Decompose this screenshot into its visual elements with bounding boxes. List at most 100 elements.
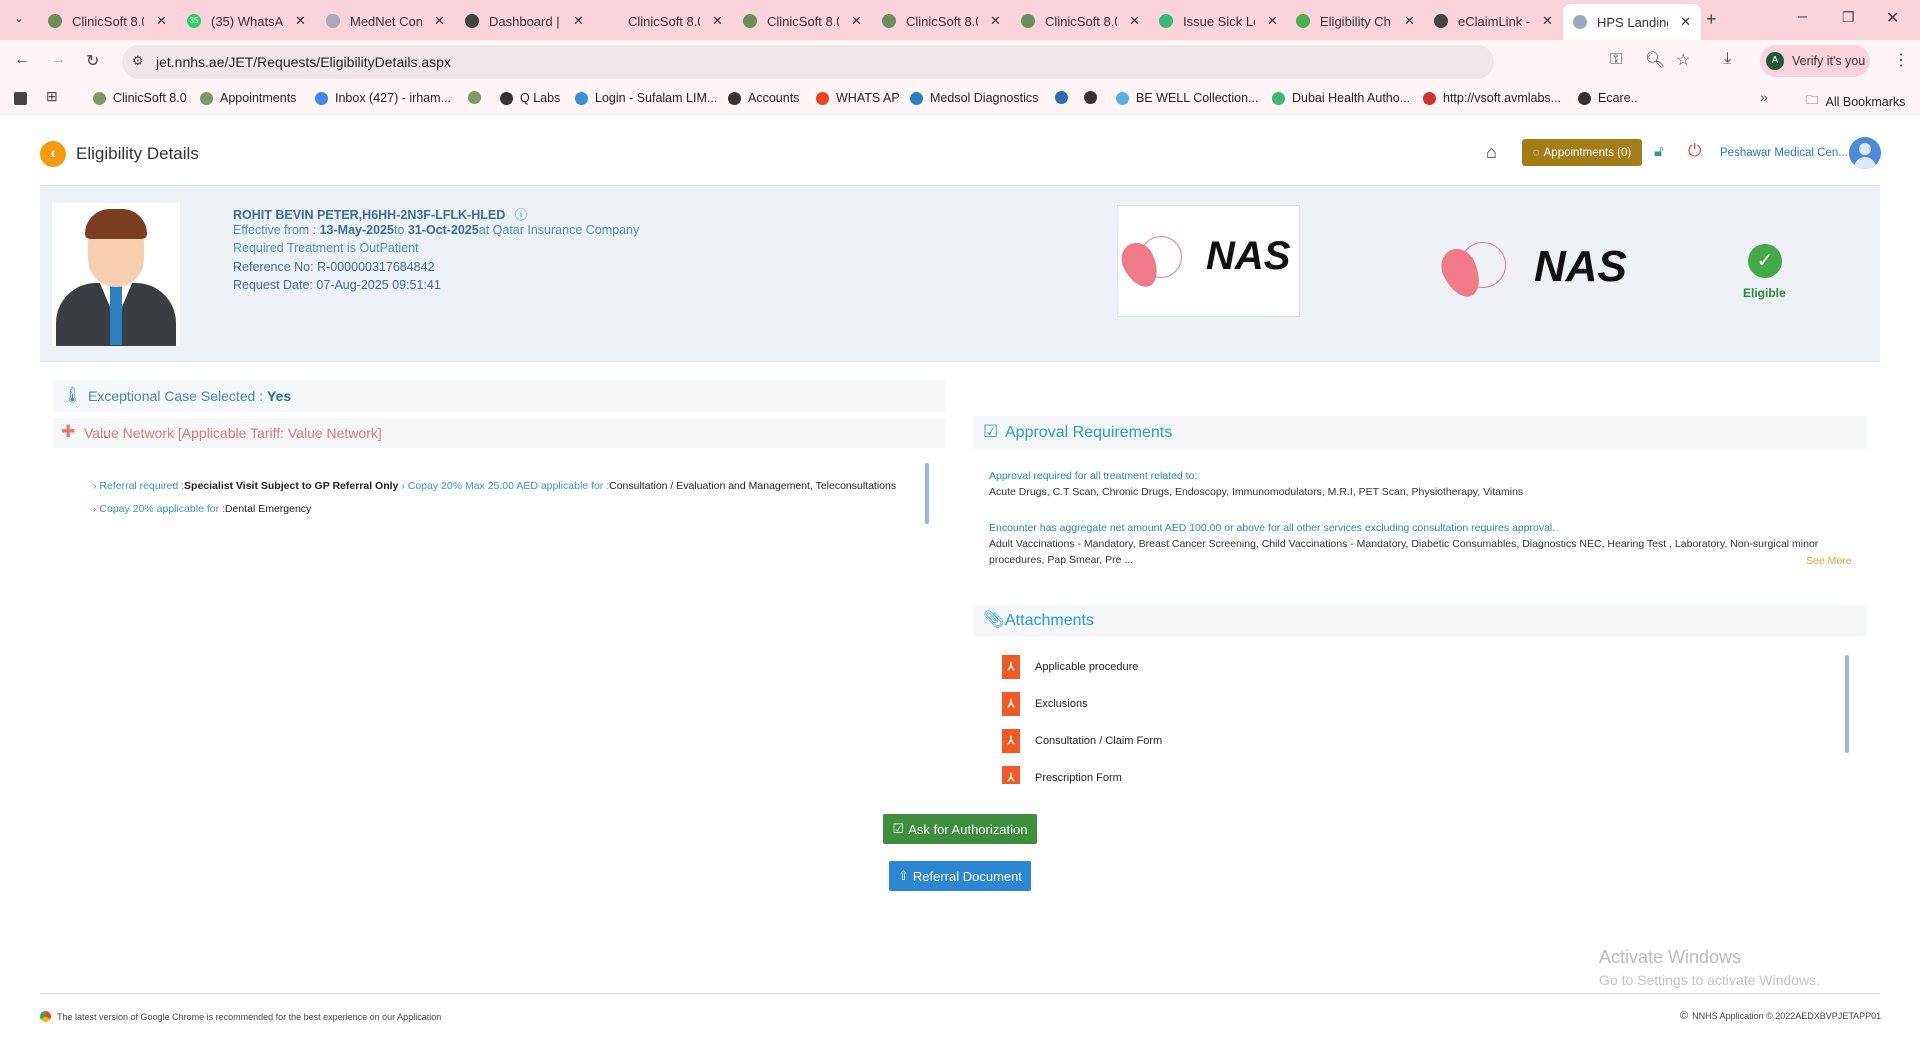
bookmark[interactable]: http://vsoft.avmlabs...	[1423, 91, 1561, 105]
bookmark[interactable]	[1084, 91, 1104, 104]
footer-copyright: © NNHS Application © 2022AEDXBVPJETAPP01	[1680, 1010, 1882, 1022]
attachment-item[interactable]: ⅄ Applicable procedure	[1002, 655, 1138, 679]
bookmark[interactable]: Q Labs	[500, 91, 560, 105]
verify-profile-button[interactable]: A Verify it's you	[1760, 45, 1870, 77]
exceptional-case-value: Yes	[267, 388, 292, 404]
bookmark[interactable]: BE WELL Collection...	[1116, 91, 1259, 105]
tab-active[interactable]: HPS Landing ✕	[1563, 4, 1701, 40]
tab[interactable]: eClaimLink - ✕	[1434, 8, 1553, 34]
back-button[interactable]: ‹	[40, 141, 66, 167]
zoom-icon[interactable]: 🔍︎	[1645, 50, 1665, 70]
appointments-button[interactable]: ◌ Appointments (0)	[1522, 139, 1642, 166]
app-icon[interactable]	[14, 92, 27, 105]
bookmark-star-icon[interactable]: ☆	[1676, 50, 1690, 70]
attachment-item[interactable]: ⅄ Consultation / Claim Form	[1002, 729, 1162, 753]
attachment-item[interactable]: ⅄ Exclusions	[1002, 692, 1088, 716]
tab[interactable]: Eligibility Ch ✕	[1296, 8, 1415, 34]
profile-avatar: A	[1766, 52, 1784, 70]
close-tab-icon[interactable]: ✕	[1542, 13, 1553, 29]
attachment-item[interactable]: ⅄ Prescription Form	[1002, 766, 1122, 784]
download-icon[interactable]: ⤓	[1724, 50, 1731, 68]
tab[interactable]: MedNet Con ✕	[326, 8, 445, 34]
close-tab-icon[interactable]: ✕	[1404, 13, 1415, 29]
reference-number: Reference No: R-000000317684842	[233, 260, 435, 274]
close-tab-icon[interactable]: ✕	[1267, 13, 1278, 29]
menu-kebab-icon[interactable]: ⋮	[1893, 50, 1909, 70]
bookmark[interactable]: Dubai Health Autho...	[1272, 91, 1410, 105]
tab[interactable]: ClinicSoft 8.0 ✕	[1021, 8, 1140, 34]
info-icon[interactable]: ⓘ	[515, 208, 528, 222]
globe-icon	[1434, 14, 1448, 28]
back-icon[interactable]: ←	[14, 51, 30, 69]
footer-note: The latest version of Google Chrome is r…	[40, 1011, 441, 1022]
page-title: Eligibility Details	[76, 144, 199, 163]
chrome-icon	[40, 1011, 51, 1022]
forward-icon[interactable]: →	[50, 51, 66, 69]
close-tab-icon[interactable]: ✕	[1680, 14, 1691, 30]
address-bar[interactable]: ⚙ jet.nnhs.ae/JET/Requests/EligibilityDe…	[122, 45, 1494, 79]
ask-authorization-button[interactable]: ☑ Ask for Authorization	[883, 814, 1037, 844]
close-tab-icon[interactable]: ✕	[156, 13, 167, 29]
network-row: ✚ Value Network [Applicable Tariff: Valu…	[53, 418, 946, 448]
bookmark[interactable]: Medsol Diagnostics	[910, 91, 1038, 105]
close-tab-icon[interactable]: ✕	[434, 13, 445, 29]
folder-icon: 🗀	[1806, 93, 1819, 107]
user-avatar[interactable]	[1849, 137, 1881, 169]
bookmark[interactable]: Login - Sufalam LIM...	[575, 91, 717, 105]
checkbox-icon: ☑	[892, 821, 905, 836]
bookmark[interactable]	[468, 91, 488, 104]
close-tab-icon[interactable]: ✕	[1129, 13, 1140, 29]
home-icon[interactable]: ⌂	[1486, 142, 1497, 163]
facility-name[interactable]: Peshawar Medical Cen...	[1720, 147, 1848, 159]
favicon-icon	[1021, 14, 1035, 28]
attachments-scrollbar[interactable]	[1845, 655, 1849, 753]
bookmark[interactable]: Accounts	[728, 91, 799, 105]
benefits-scrollbar[interactable]	[925, 463, 929, 524]
tab[interactable]: Dashboard | ✕	[465, 8, 584, 34]
tab[interactable]: 35(35) WhatsApp✕	[187, 8, 306, 34]
checkbox-icon: ☑	[983, 422, 999, 441]
bookmark[interactable]: ClinicSoft 8.0	[93, 91, 187, 105]
close-tab-icon[interactable]: ✕	[573, 13, 584, 29]
close-tab-icon[interactable]: ✕	[295, 13, 306, 29]
close-tab-icon[interactable]: ✕	[712, 13, 723, 29]
minimize-icon[interactable]: –	[1798, 8, 1807, 26]
tab[interactable]: ClinicSoft 8.0 ✕	[882, 8, 1001, 34]
favicon-icon	[604, 14, 618, 28]
new-tab-icon[interactable]: +	[1706, 9, 1717, 30]
pdf-icon: ⅄	[1002, 655, 1020, 679]
bookmark[interactable]: Appointments	[200, 91, 296, 105]
network-logo: NAS	[1435, 236, 1642, 306]
reload-icon[interactable]: ↻	[86, 51, 99, 71]
close-window-icon[interactable]: ✕	[1886, 8, 1899, 28]
password-key-icon[interactable]: ⚿	[1610, 51, 1622, 69]
bookmark[interactable]: WHATS AP	[816, 91, 900, 105]
approval-text: Adult Vaccinations - Mandatory, Breast C…	[989, 538, 1819, 550]
tab[interactable]: ClinicSoft 8.0 ✕	[743, 8, 862, 34]
pdf-icon: ⅄	[1002, 766, 1020, 784]
close-tab-icon[interactable]: ✕	[851, 13, 862, 29]
bookmarks-bar: ⊞ ClinicSoft 8.0 Appointments Inbox (427…	[0, 83, 1920, 115]
apps-grid-icon[interactable]: ⊞	[46, 88, 58, 105]
bookmark[interactable]: Inbox (427) - irham...	[315, 91, 451, 105]
close-tab-icon[interactable]: ✕	[990, 13, 1001, 29]
tab-search-chevron-icon[interactable]: ⌄	[14, 11, 24, 25]
see-more-link[interactable]: See More	[1806, 555, 1852, 567]
more-bookmarks-icon[interactable]: »	[1760, 89, 1768, 105]
activate-windows-title: Activate Windows	[1599, 947, 1742, 967]
bookmark[interactable]: Ecare..	[1578, 91, 1638, 105]
tab[interactable]: Issue Sick Le ✕	[1159, 8, 1278, 34]
tab[interactable]: ClinicSoft 8.0 ✕	[604, 8, 723, 34]
approval-heading: Approval required for all treatment rela…	[989, 470, 1198, 482]
all-bookmarks-button[interactable]: 🗀 All Bookmarks	[1806, 91, 1905, 112]
referral-document-button[interactable]: ⇧ Referral Document	[889, 861, 1031, 891]
approval-text: Acute Drugs, C.T Scan, Chronic Drugs, En…	[989, 486, 1524, 498]
restore-icon[interactable]: ❐	[1842, 9, 1855, 26]
copyright-icon: ©	[1680, 1010, 1689, 1022]
power-logout-icon[interactable]: ⏻	[1688, 141, 1701, 161]
site-settings-icon[interactable]: ⚙	[132, 53, 144, 69]
stethoscope-icon	[326, 14, 340, 28]
bookmark[interactable]	[1055, 91, 1075, 104]
tab[interactable]: ClinicSoft 8.0 ✕	[48, 8, 167, 34]
lock-icon[interactable]: 🔓︎	[1654, 143, 1664, 160]
